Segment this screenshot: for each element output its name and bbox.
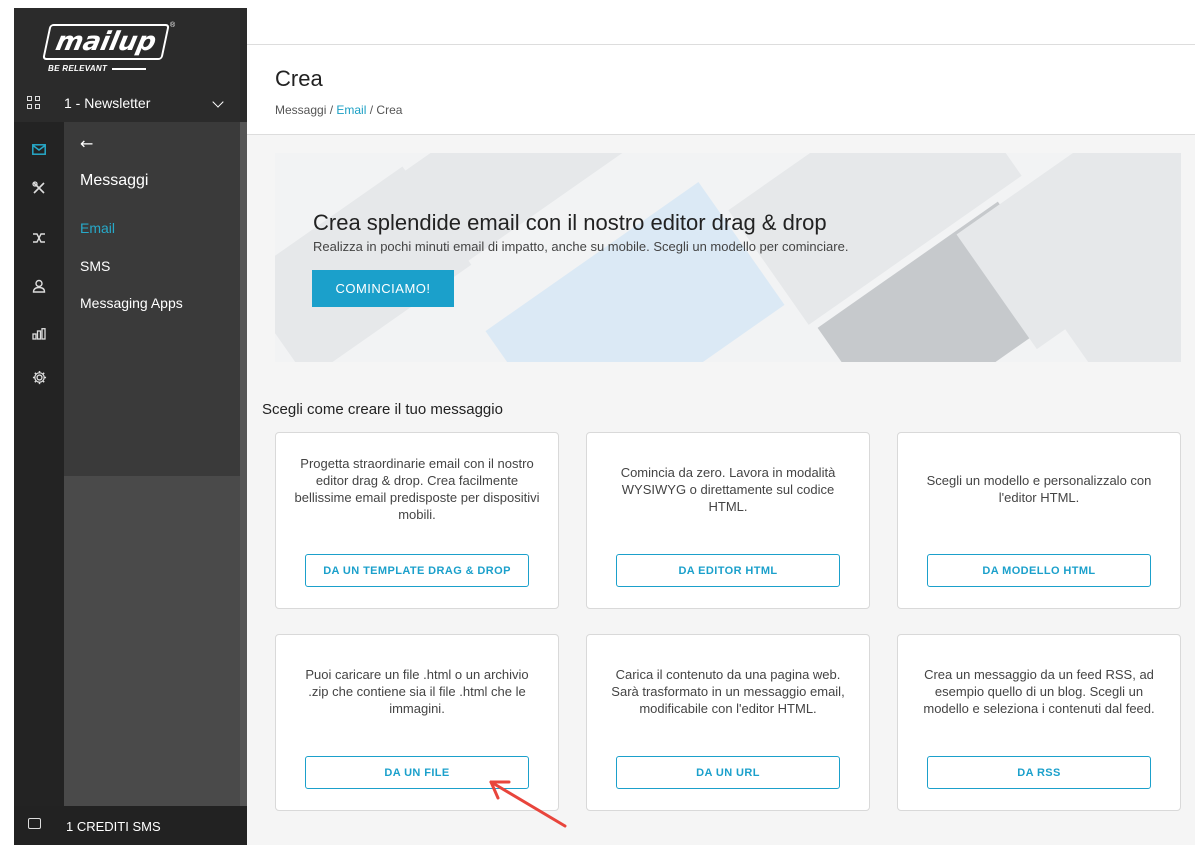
logo-text: mailup	[53, 27, 159, 57]
card-description: Comincia da zero. Lavora in modalità WYS…	[620, 464, 836, 514]
settings-icon[interactable]	[14, 360, 64, 396]
card-description: Carica il contenuto da una pagina web. S…	[611, 666, 845, 716]
section-title: Scegli come creare il tuo messaggio	[262, 401, 503, 418]
subnav-item-sms[interactable]: SMS	[80, 258, 110, 274]
subnav-item-messaging-apps[interactable]: Messaging Apps	[80, 295, 183, 311]
html-model-button[interactable]: DA MODELLO HTML	[927, 554, 1151, 587]
page-title: Crea	[275, 66, 323, 91]
breadcrumb-separator: /	[326, 103, 337, 117]
card-description: Progetta straordinarie email con il nost…	[294, 456, 540, 522]
icon-rail	[14, 122, 64, 806]
banner-subtitle: Realizza in pochi minuti email di impatt…	[313, 239, 849, 254]
back-arrow-icon[interactable]: ←	[80, 134, 93, 153]
top-divider	[247, 44, 1195, 45]
creation-card-rss: Crea un messaggio da un feed RSS, ad ese…	[897, 634, 1181, 811]
drag-drop-template-button[interactable]: DA UN TEMPLATE DRAG & DROP	[305, 554, 529, 587]
subnav-item-email[interactable]: Email	[80, 220, 115, 236]
annotation-arrow-icon	[489, 780, 567, 828]
breadcrumb-root[interactable]: Messaggi	[275, 103, 326, 117]
creation-card-url: Carica il contenuto da una pagina web. S…	[586, 634, 870, 811]
messages-subnav: ← Messaggi Email SMS Messaging Apps	[64, 122, 247, 476]
stats-icon[interactable]	[14, 316, 64, 352]
card-description: Scegli un modello e personalizzalo con l…	[926, 473, 1152, 505]
chat-icon	[28, 818, 41, 829]
creation-card-html-model: Scegli un modello e personalizzalo con l…	[897, 432, 1181, 609]
dashboard-grid-icon	[27, 96, 41, 110]
start-button[interactable]: COMINCIAMO!	[312, 270, 454, 307]
breadcrumb: Messaggi / Email / Crea	[275, 103, 402, 117]
breadcrumb-current: Crea	[376, 103, 403, 117]
breadcrumb-separator: /	[366, 103, 377, 117]
card-description: Crea un messaggio da un feed RSS, ad ese…	[923, 666, 1155, 716]
card-description: Puoi caricare un file .html o un archivi…	[305, 666, 529, 716]
creation-card-html-editor: Comincia da zero. Lavora in modalità WYS…	[586, 432, 870, 609]
registered-mark: ®	[170, 22, 176, 29]
list-selector[interactable]: 1 - Newsletter	[14, 86, 247, 122]
promo-banner: Crea splendide email con il nostro edito…	[275, 153, 1181, 362]
from-url-button[interactable]: DA UN URL	[616, 756, 840, 789]
subnav-title: Messaggi	[80, 172, 149, 189]
banner-headline: Crea splendide email con il nostro edito…	[313, 210, 827, 235]
sms-credits-label: 1 CREDITI SMS	[66, 819, 161, 834]
sidebar-scrollbar[interactable]	[240, 122, 247, 806]
from-rss-button[interactable]: DA RSS	[927, 756, 1151, 789]
tools-icon[interactable]	[14, 170, 64, 206]
logo-tagline: BE RELEVANT	[48, 64, 108, 73]
logo-wordmark: mailup	[42, 24, 170, 60]
chevron-down-icon	[212, 96, 224, 108]
breadcrumb-email-link[interactable]: Email	[336, 103, 366, 117]
sms-credits-bar[interactable]: 1 CREDITI SMS	[14, 806, 247, 845]
html-editor-button[interactable]: DA EDITOR HTML	[616, 554, 840, 587]
tagline-underline	[112, 68, 146, 70]
mail-icon[interactable]	[14, 132, 64, 168]
mailup-logo[interactable]: mailup ® BE RELEVANT	[42, 22, 176, 78]
subnav-empty-area	[64, 476, 247, 806]
user-icon[interactable]	[14, 268, 64, 304]
app-page: mailup ® BE RELEVANT 1 - Newsletter ← Me…	[0, 0, 1195, 845]
list-selector-label: 1 - Newsletter	[64, 95, 151, 111]
shuffle-icon[interactable]	[14, 220, 64, 256]
creation-card-drag-drop: Progetta straordinarie email con il nost…	[275, 432, 559, 609]
